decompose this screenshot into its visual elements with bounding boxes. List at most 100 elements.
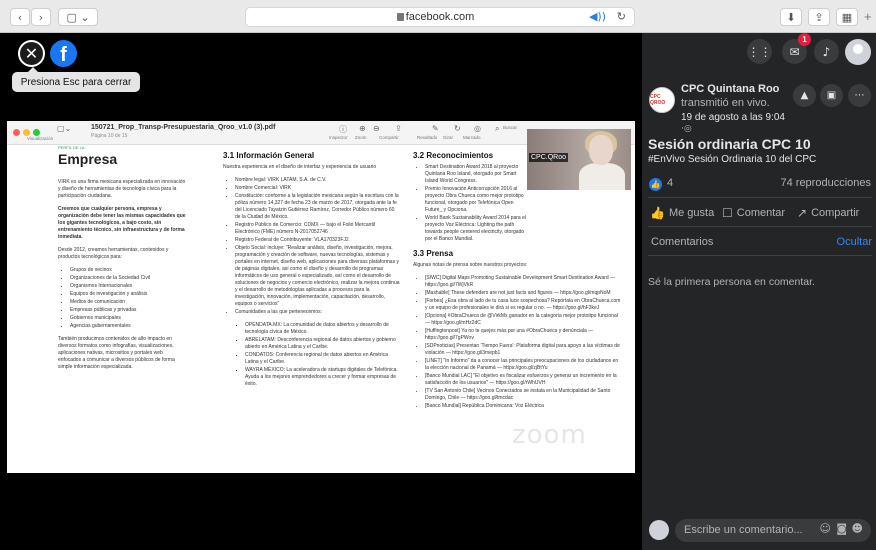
facebook-logo-icon[interactable]: f [50, 40, 77, 67]
divider [648, 197, 872, 198]
divider [648, 226, 872, 227]
rotate-icon: ↻ [454, 124, 461, 133]
grid-icon: ▦ [841, 10, 853, 24]
bullet-list: Grupos de vecinosOrganizaciones de la So… [58, 267, 186, 330]
paragraph: Desde 2012, creamos herramientas, conten… [58, 247, 169, 260]
comment-icon: ☐ [722, 206, 733, 220]
share-icon: ⇪ [395, 124, 402, 133]
page-avatar[interactable]: CPC QROO [649, 87, 675, 113]
back-icon: ‹ [17, 10, 23, 24]
notification-badge: 1 [798, 33, 811, 46]
list-item: [LINET] "In Informo" da a conocer las pr… [425, 358, 623, 372]
like-button[interactable]: 👍 Me gusta [650, 206, 714, 220]
paragraph: VIRK es una firma mexicana especializada… [58, 179, 186, 199]
comments-label: Comentarios [651, 236, 714, 248]
reaction-count[interactable]: 4 [667, 177, 673, 189]
bell-icon: ▲ [800, 90, 809, 101]
paragraph: Creemos que cualquier persona, empresa y… [58, 206, 186, 240]
bell-icon: ♪ [822, 44, 831, 59]
tab-overview-button[interactable]: ▦ [836, 8, 858, 26]
new-tab-icon[interactable]: + [864, 9, 872, 24]
search-icon: ⌕ [495, 124, 500, 133]
back-button[interactable]: ‹ [10, 8, 30, 26]
document-title: 150721_Prop_Transp-Presupuestaria_Qroo_v… [91, 124, 276, 131]
browser-toolbar: ‹ › ▢ ⌄ ◐ facebook.com ◀)) ↻ ⬇ ⇪ ▦ + [0, 0, 876, 33]
list-item: [SIWC] Digital Maps Promoting Sustainabl… [425, 275, 623, 289]
document-page: Página 10 de 15 [91, 133, 128, 139]
markup-icon: ◎ [474, 124, 481, 133]
page-name[interactable]: CPC Quintana Roo [681, 83, 779, 95]
download-icon: ⬇ [786, 10, 796, 24]
bookmark-icon: ▣ [826, 90, 837, 101]
post-date[interactable]: 19 de agosto a las 9:04 [681, 112, 785, 123]
address-bar[interactable]: facebook.com ◀)) ↻ [245, 7, 635, 27]
tool-label: Compartir [379, 135, 399, 140]
divider [648, 255, 872, 256]
comment-button[interactable]: ☐ Comentar [722, 206, 785, 220]
zoom-dot-icon [33, 129, 40, 136]
zoom-in-icon: ⊕ [359, 124, 366, 133]
forward-button[interactable]: › [31, 8, 51, 26]
section-heading: 3.3 Prensa [413, 249, 454, 258]
list-item: Registro Público de Comercio: CDMX — baj… [235, 222, 401, 236]
menu-grid-button[interactable]: ⋮⋮ [747, 39, 772, 64]
column-general-info: 3.1 Información General Nuestra experien… [223, 145, 401, 473]
list-item: Nombre legal: VIRK LATAM, S.A. de C.V. [235, 177, 401, 184]
share-button[interactable]: ⇪ [808, 8, 830, 26]
like-reaction-icon: 👍 [649, 178, 662, 191]
downloads-button[interactable]: ⬇ [780, 8, 802, 26]
esc-tooltip: Presiona Esc para cerrar [12, 67, 140, 92]
more-button[interactable]: ⋯ [848, 84, 871, 107]
paragraph: Algunas notas de prensa sobre nuestros p… [413, 262, 528, 268]
column-company: PERFIL DE LA Empresa VIRK es una firma m… [58, 145, 186, 473]
sticker-icon[interactable]: ☻ [852, 522, 863, 535]
section-heading: Empresa [58, 151, 118, 167]
list-item: World Bank Sustainability Award 2014 par… [425, 215, 527, 243]
list-item: [SDPnoticias] Presentan 'Tiempo Fuera': … [425, 343, 623, 357]
comment-composer: Escribe un comentario... ☺ ◙ ☻ [642, 513, 876, 550]
reload-icon[interactable]: ↻ [617, 10, 626, 23]
post-title: Sesión ordinaria CPC 10 [648, 136, 811, 152]
visual-label: Visualización [27, 136, 54, 141]
comment-input[interactable]: Escribe un comentario... ☺ ◙ ☻ [675, 519, 871, 542]
globe-icon: ·◎ [681, 124, 692, 134]
comment-placeholder: Escribe un comentario... [684, 524, 803, 536]
share-icon: ↗ [797, 206, 808, 220]
paragraph: También producimos contenidos de alto im… [58, 336, 175, 370]
thumbs-up-icon: 👍 [650, 206, 665, 220]
close-icon: ✕ [24, 44, 39, 63]
emoji-icon[interactable]: ☺ [820, 522, 831, 535]
avatar[interactable] [845, 39, 871, 65]
close-button[interactable]: ✕ [18, 40, 45, 67]
inspector-icon: ⓘ [339, 125, 347, 134]
list-item: [TV San Antonio Chile] Vecinos Conectado… [425, 388, 623, 402]
sidebar-button[interactable]: ▢ ⌄ [58, 8, 98, 26]
view-count: 74 reproducciones [780, 177, 871, 189]
tool-label: Buscar [503, 125, 518, 130]
forward-icon: › [38, 10, 44, 24]
list-item: OPENDATA.MX: La comunidad de datos abier… [245, 322, 401, 336]
save-button[interactable]: ▣ [820, 84, 843, 107]
follow-button[interactable]: ▲ [793, 84, 816, 107]
share-button[interactable]: ↗ Compartir [797, 206, 859, 220]
list-item: [Opciona] #ObraChueca de @VirkMx ganador… [425, 313, 623, 327]
paragraph: Nuestra experiencia en el diseño de inte… [223, 164, 377, 170]
close-dot-icon [13, 129, 20, 136]
list-item: Gobiernos municipales [70, 315, 186, 322]
zoom-watermark: zoom [512, 420, 587, 450]
audio-icon[interactable]: ◀)) [589, 10, 606, 23]
list-item: ABRELATAM: Desconferencia regional de da… [245, 337, 401, 351]
list-item: Agencias gubernamentales [70, 323, 186, 330]
sidebar-icon: ▢ ⌄ [66, 10, 90, 24]
list-item: Equipos de investigación y análisis [70, 291, 186, 298]
bullet-list: OPENDATA.MX: La comunidad de datos abier… [223, 322, 401, 388]
list-item: WAYRA MÉXICO: La aceleradora de startups… [245, 367, 401, 388]
bullet-list: [SIWC] Digital Maps Promoting Sustainabl… [413, 275, 623, 410]
camera-icon[interactable]: ◙ [836, 522, 847, 535]
list-item: [Mashable] These defenders are not just … [425, 290, 623, 297]
tool-label: Girar [443, 135, 453, 140]
notifications-button[interactable]: ♪ [814, 39, 839, 64]
hide-comments-button[interactable]: Ocultar [837, 236, 872, 248]
post-action: transmitió en vivo. [681, 97, 770, 109]
post-panel: ⋮⋮ ✉ 1 ♪ CPC QROO CPC Quintana Roo trans… [642, 33, 876, 550]
